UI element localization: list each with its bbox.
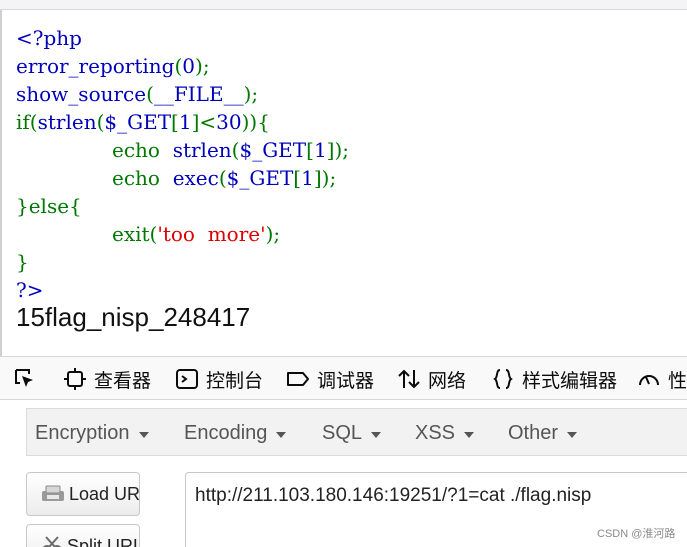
code-token: $_GET bbox=[226, 166, 294, 190]
tab-performance[interactable]: 性 bbox=[636, 357, 687, 401]
code-line: <?php bbox=[16, 24, 349, 52]
code-token: if( bbox=[16, 110, 38, 134]
code-token: exit( bbox=[112, 222, 158, 246]
code-token: 1 bbox=[178, 110, 192, 134]
code-token: [ bbox=[293, 166, 302, 190]
caret-down-icon bbox=[371, 431, 382, 438]
browser-top-edge bbox=[0, 0, 687, 10]
style-editor-icon bbox=[490, 366, 516, 392]
code-line: exit('too more'); bbox=[16, 220, 349, 248]
page-content: <?php error_reporting(0); show_source(__FI… bbox=[0, 10, 687, 356]
code-token: strlen bbox=[172, 138, 232, 162]
menu-label: Encoding bbox=[184, 421, 268, 444]
code-token: ]); bbox=[326, 138, 350, 162]
code-line: show_source(__FILE__); bbox=[16, 80, 349, 108]
code-token: $_GET bbox=[104, 110, 172, 134]
menu-label: SQL bbox=[322, 421, 363, 444]
code-token: <?php bbox=[16, 26, 82, 50]
split-url-button[interactable]: Split URL bbox=[26, 524, 140, 547]
code-token: $_GET bbox=[239, 138, 307, 162]
code-token: ); bbox=[195, 54, 210, 78]
tab-label: 控制台 bbox=[206, 369, 264, 392]
menu-label: Encryption bbox=[35, 421, 130, 444]
devtools-toolbar: 查看器 控制台 调试器 网络 样式编辑器 性 bbox=[0, 356, 687, 400]
hackbar-panel: Encryption Encoding SQL XSS Other Load U… bbox=[0, 400, 687, 547]
menu-label: XSS bbox=[415, 421, 456, 444]
hackbar-menu-bar: Encryption Encoding SQL XSS Other bbox=[26, 408, 687, 456]
menu-label: Other bbox=[508, 421, 559, 444]
caret-down-icon bbox=[567, 431, 578, 438]
caret-down-icon bbox=[138, 431, 149, 438]
code-line: } bbox=[16, 248, 349, 276]
code-token: error_reporting bbox=[16, 54, 175, 78]
load-icon bbox=[41, 484, 65, 504]
debugger-icon bbox=[285, 366, 311, 392]
code-line: ?> bbox=[16, 276, 349, 304]
tab-network[interactable]: 网络 bbox=[396, 357, 466, 401]
code-token: ]< bbox=[191, 110, 217, 134]
load-url-button[interactable]: Load URL bbox=[26, 472, 140, 516]
console-icon bbox=[174, 366, 200, 392]
code-line: error_reporting(0); bbox=[16, 52, 349, 80]
caret-down-icon bbox=[276, 431, 287, 438]
code-token: ( bbox=[218, 166, 227, 190]
code-line: }else{ bbox=[16, 192, 349, 220]
code-token: strlen bbox=[37, 110, 97, 134]
code-token: show_source bbox=[16, 82, 147, 106]
tab-style-editor[interactable]: 样式编辑器 bbox=[490, 357, 617, 401]
code-token: ]); bbox=[313, 166, 337, 190]
menu-sql[interactable]: SQL bbox=[322, 409, 382, 457]
code-token: }else{ bbox=[16, 194, 82, 218]
code-token: exec bbox=[172, 166, 219, 190]
tab-label: 网络 bbox=[428, 369, 467, 392]
code-line: if(strlen($_GET[1]<30)){ bbox=[16, 108, 349, 136]
element-picker-button[interactable] bbox=[12, 357, 44, 401]
split-url-label: Split URL bbox=[67, 535, 140, 547]
tab-label: 查看器 bbox=[94, 369, 152, 392]
code-token: 0 bbox=[182, 54, 196, 78]
network-icon bbox=[396, 366, 422, 392]
code-token: echo bbox=[112, 166, 173, 190]
code-token: ( bbox=[146, 82, 154, 106]
code-token: 30 bbox=[216, 110, 242, 134]
menu-encryption[interactable]: Encryption bbox=[35, 409, 149, 457]
code-token: ); bbox=[243, 82, 259, 106]
menu-xss[interactable]: XSS bbox=[415, 409, 475, 457]
code-token: 'too more' bbox=[157, 222, 266, 246]
code-token: )){ bbox=[241, 110, 270, 134]
performance-icon bbox=[636, 366, 662, 392]
code-token: ?> bbox=[16, 278, 44, 302]
tab-label: 性 bbox=[668, 369, 687, 392]
caret-down-icon bbox=[464, 431, 475, 438]
inspector-icon bbox=[62, 366, 88, 392]
tab-label: 样式编辑器 bbox=[522, 369, 618, 392]
code-token: echo bbox=[112, 138, 173, 162]
watermark: CSDN @淮河路 bbox=[597, 528, 676, 540]
code-line: echo exec($_GET[1]); bbox=[16, 164, 349, 192]
split-icon bbox=[41, 536, 63, 547]
code-line: echo strlen($_GET[1]); bbox=[16, 136, 349, 164]
code-token: } bbox=[16, 250, 29, 274]
tab-label: 调试器 bbox=[317, 369, 375, 392]
command-output: 15flag_nisp_248417 bbox=[16, 302, 251, 332]
menu-encoding[interactable]: Encoding bbox=[184, 409, 287, 457]
tab-debugger[interactable]: 调试器 bbox=[285, 357, 374, 401]
code-token: [ bbox=[306, 138, 314, 162]
element-picker-icon bbox=[12, 366, 38, 392]
code-token: 1 bbox=[313, 138, 327, 162]
load-url-label: Load URL bbox=[69, 483, 140, 504]
tab-inspector[interactable]: 查看器 bbox=[62, 357, 151, 401]
menu-other[interactable]: Other bbox=[508, 409, 578, 457]
code-token: ); bbox=[265, 222, 281, 246]
tab-console[interactable]: 控制台 bbox=[174, 357, 263, 401]
code-token: __FILE__ bbox=[153, 82, 244, 106]
php-source-code: <?php error_reporting(0); show_source(__FI… bbox=[16, 24, 349, 304]
code-token: 1 bbox=[301, 166, 314, 190]
code-token: [ bbox=[171, 110, 179, 134]
